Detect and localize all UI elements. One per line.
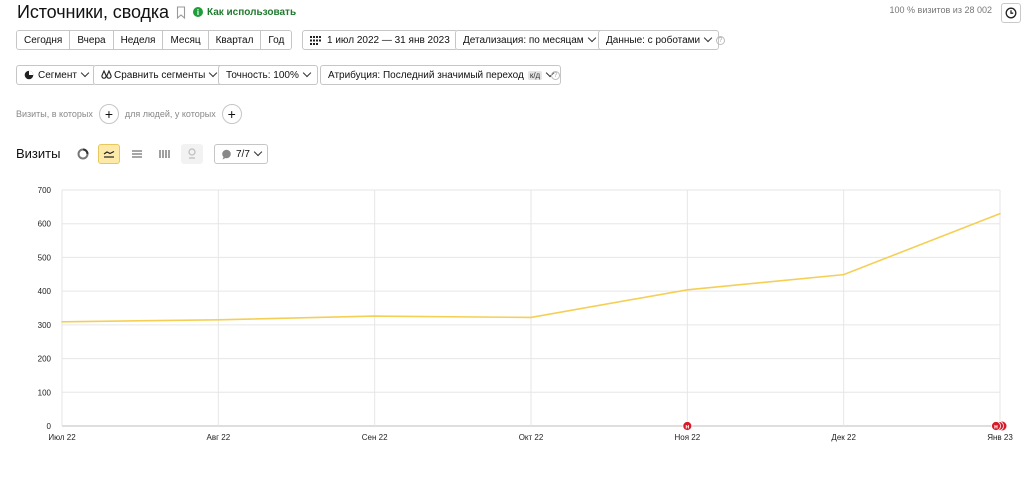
y-tick-label: 400: [38, 287, 52, 296]
date-range-label: 1 июл 2022 — 31 янв 2023: [327, 34, 450, 46]
map-pin-icon: [188, 148, 196, 159]
attribution-label: Атрибуция: Последний значимый переход: [328, 69, 524, 81]
annotation-label: н: [994, 424, 998, 431]
page-title: Источники, сводка: [17, 1, 169, 22]
visits-filter-label: Визиты, в которых: [16, 109, 93, 119]
visits-summary: 100 % визитов из 28 002: [889, 5, 992, 15]
data-label: Данные: с роботами: [606, 34, 701, 46]
data-point: [373, 315, 376, 317]
pie-chart-icon: [77, 148, 89, 160]
period-month[interactable]: Месяц: [163, 31, 209, 49]
x-tick-label: Ноя 22: [674, 433, 700, 442]
add-people-filter-button[interactable]: +: [221, 104, 242, 124]
data-point: [999, 212, 1001, 215]
pie-icon: [24, 70, 34, 80]
attribution-badge: к/д: [527, 70, 543, 80]
visits-chart: 0 100 200 300 400 500 600 700 Июл 22 Авг 22 Сен 22…: [0, 178, 1024, 448]
segment-label: Сегмент: [38, 69, 77, 81]
detail-dropdown[interactable]: Детализация: по месяцам: [455, 30, 603, 50]
pie-chart-tool[interactable]: [72, 144, 94, 164]
page-header: Источники, сводка i Как использовать: [17, 0, 296, 24]
x-tick-label: Окт 22: [519, 433, 544, 442]
chevron-down-icon: [302, 68, 312, 78]
y-tick-label: 500: [38, 253, 52, 262]
chevron-down-icon: [587, 33, 596, 43]
series-selector[interactable]: 7/7: [214, 144, 268, 164]
y-tick-label: 300: [38, 321, 52, 330]
x-tick-label: Авг 22: [207, 433, 231, 442]
calendar-icon: [310, 35, 321, 45]
attribution-dropdown[interactable]: Атрибуция: Последний значимый переход к/…: [320, 65, 562, 85]
chevron-down-icon: [80, 68, 90, 78]
map-chart-tool[interactable]: [181, 144, 203, 164]
plus-icon: +: [104, 106, 113, 122]
area-chart-icon: [132, 150, 142, 158]
data-dropdown[interactable]: Данные: с роботами: [598, 30, 720, 50]
chart-canvas: 0 100 200 300 400 500 600 700 Июл 22 Авг 22 Сен 22…: [38, 186, 1014, 442]
x-tick-label: Янв 23: [987, 433, 1013, 442]
x-tick-label: Дек 22: [831, 433, 856, 442]
howto-link[interactable]: i Как использовать: [192, 6, 297, 18]
chevron-down-icon: [209, 68, 218, 78]
accuracy-dropdown[interactable]: Точность: 100%: [218, 65, 318, 85]
plus-icon: +: [227, 106, 236, 122]
clock-icon: [1005, 7, 1017, 19]
period-today[interactable]: Сегодня: [17, 31, 71, 49]
y-tick-label: 100: [38, 388, 52, 397]
data-point: [686, 288, 689, 291]
period-year[interactable]: Год: [261, 31, 292, 49]
filter-row: Визиты, в которых + для людей, у которых…: [16, 104, 248, 124]
data-point: [217, 319, 220, 321]
compare-label: Сравнить сегменты: [114, 69, 206, 81]
area-chart-tool[interactable]: [126, 144, 148, 164]
howto-label: Как использовать: [206, 6, 297, 18]
chevron-down-icon: [253, 147, 263, 157]
data-point: [61, 321, 63, 323]
y-tick-label: 200: [38, 355, 52, 364]
comment-icon: [222, 149, 231, 159]
x-tick-label: Сен 22: [362, 433, 388, 442]
compare-segments-button[interactable]: Сравнить сегменты: [93, 65, 225, 85]
detail-label: Детализация: по месяцам: [463, 34, 584, 46]
period-quarter[interactable]: Квартал: [208, 31, 262, 49]
date-range-button[interactable]: 1 июл 2022 — 31 янв 2023: [302, 30, 458, 50]
y-tick-label: 600: [38, 220, 52, 229]
period-selector: Сегодня Вчера Неделя Месяц Квартал Год: [16, 30, 293, 50]
bookmark-icon[interactable]: [176, 5, 186, 19]
history-button[interactable]: [1001, 3, 1021, 23]
annotation-label: н: [685, 424, 689, 431]
people-filter-label: для людей, у которых: [124, 109, 216, 119]
period-week[interactable]: Неделя: [113, 31, 164, 49]
chart-title: Визиты: [16, 146, 61, 161]
help-icon[interactable]: ?: [716, 36, 725, 45]
line-chart-tool[interactable]: [98, 144, 120, 164]
y-tick-label: 700: [38, 186, 52, 195]
data-point: [530, 316, 532, 319]
data-point: [842, 273, 845, 276]
x-tick-label: Июл 22: [48, 433, 76, 442]
segment-button[interactable]: Сегмент: [16, 65, 96, 85]
line-chart-icon: [103, 150, 115, 158]
add-visits-filter-button[interactable]: +: [98, 104, 119, 124]
chevron-down-icon: [703, 33, 713, 43]
help-icon[interactable]: ?: [551, 71, 560, 80]
bar-chart-tool[interactable]: [153, 144, 175, 164]
period-yesterday[interactable]: Вчера: [70, 31, 114, 49]
series-count: 7/7: [236, 148, 250, 160]
bar-chart-icon: [159, 150, 170, 158]
drops-icon: [101, 70, 112, 79]
accuracy-label: Точность: 100%: [226, 69, 299, 81]
y-tick-label: 0: [47, 422, 52, 431]
info-icon: i: [192, 7, 203, 17]
